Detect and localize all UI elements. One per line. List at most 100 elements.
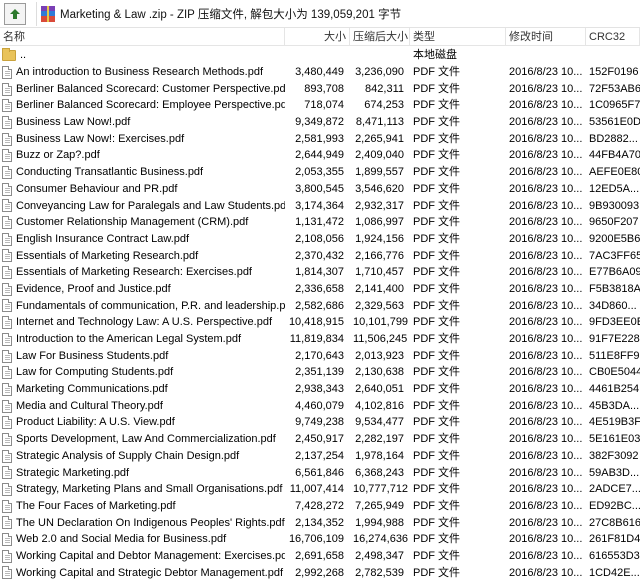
file-row[interactable]: Consumer Behaviour and PR.pdf 3,800,545 3,… [0, 181, 640, 198]
file-size: 3,480,449 [295, 66, 344, 78]
file-name: English Insurance Contract Law.pdf [16, 232, 190, 245]
file-packed-size: 2,130,638 [355, 366, 404, 379]
column-crc32[interactable]: CRC32 [586, 27, 640, 46]
file-packed-size: 8,471,113 [355, 116, 404, 129]
file-row[interactable]: Essentials of Marketing Research.pdf 2,37… [0, 248, 640, 265]
file-name: Law For Business Students.pdf [16, 349, 169, 362]
file-modified: 2016/8/23 10... [509, 316, 583, 329]
file-modified: 2016/8/23 10... [509, 349, 583, 362]
pdf-file-icon [2, 316, 12, 330]
column-name[interactable]: 名称 [0, 27, 285, 46]
file-modified: 2016/8/23 10... [509, 416, 583, 429]
file-row[interactable]: Berliner Balanced Scorecard: Customer Pe… [0, 81, 640, 98]
file-row[interactable]: An introduction to Business Research Met… [0, 64, 640, 81]
file-size: 2,351,139 [295, 366, 344, 379]
file-modified: 2016/8/23 10... [509, 82, 583, 95]
file-row[interactable]: Web 2.0 and Social Media for Business.pd… [0, 531, 640, 548]
file-packed-size: 2,265,941 [355, 132, 404, 145]
column-size[interactable]: 大小 [285, 27, 350, 46]
file-crc32: 72F53AB6 [589, 82, 640, 95]
pdf-file-icon [2, 199, 12, 213]
file-crc32: CB0E5044 [589, 366, 640, 379]
file-type: PDF 文件 [413, 433, 461, 446]
file-crc32: 616553D3 [589, 549, 640, 562]
zip-archive-icon [41, 5, 55, 22]
file-crc32: 1CD42E... [589, 566, 640, 579]
file-crc32: 44FB4A70 [589, 149, 640, 162]
parent-folder-row[interactable]: .. 本地磁盘 [0, 46, 640, 64]
file-row[interactable]: Essentials of Marketing Research: Exerci… [0, 264, 640, 281]
file-row[interactable]: Internet and Technology Law: A U.S. Pers… [0, 314, 640, 331]
file-row[interactable]: Conducting Transatlantic Business.pdf 2,0… [0, 164, 640, 181]
file-row[interactable]: Working Capital and Strategic Debtor Man… [0, 565, 640, 582]
file-packed-size: 3,236,090 [355, 66, 404, 78]
file-row[interactable]: Berliner Balanced Scorecard: Employee Pe… [0, 97, 640, 114]
file-crc32: BD2882... [589, 132, 638, 145]
address-field[interactable]: Marketing & Law .zip - ZIP 压缩文件, 解包大小为 1… [36, 1, 636, 26]
file-crc32: F5B3818A [589, 282, 640, 295]
file-modified: 2016/8/23 10... [509, 266, 583, 279]
file-row[interactable]: Strategic Analysis of Supply Chain Desig… [0, 448, 640, 465]
file-row[interactable]: Buzz or Zap?.pdf 2,644,949 2,409,040 PDF 文件… [0, 147, 640, 164]
file-name: Strategic Marketing.pdf [16, 466, 130, 479]
file-size: 11,007,414 [289, 483, 344, 496]
file-row[interactable]: Sports Development, Law And Commercializ… [0, 431, 640, 448]
file-modified: 2016/8/23 10... [509, 466, 583, 479]
file-name: Internet and Technology Law: A U.S. Pers… [16, 316, 273, 329]
file-packed-size: 842,311 [365, 82, 404, 95]
file-row[interactable]: Product Liability: A U.S. View.pdf 9,749,… [0, 414, 640, 431]
file-size: 3,800,545 [295, 182, 344, 195]
file-modified: 2016/8/23 10... [509, 449, 583, 462]
file-row[interactable]: Introduction to the American Legal Syste… [0, 331, 640, 348]
file-row[interactable]: Strategy, Marketing Plans and Small Orga… [0, 481, 640, 498]
file-size: 893,708 [304, 82, 344, 95]
file-row[interactable]: Media and Cultural Theory.pdf 4,460,079 4,… [0, 398, 640, 415]
file-row[interactable]: Working Capital and Debtor Management: E… [0, 548, 640, 565]
file-crc32: 9FD3EE0E [589, 316, 640, 329]
file-row[interactable]: Conveyancing Law for Paralegals and Law … [0, 198, 640, 215]
file-type: PDF 文件 [413, 149, 461, 162]
pdf-file-icon [2, 99, 12, 113]
pdf-file-icon [2, 533, 12, 547]
file-packed-size: 674,253 [364, 99, 404, 112]
file-modified: 2016/8/23 10... [509, 199, 583, 212]
file-row[interactable]: Law For Business Students.pdf 2,170,643 2,… [0, 348, 640, 365]
file-row[interactable]: Customer Relationship Management (CRM).p… [0, 214, 640, 231]
file-type: PDF 文件 [413, 299, 461, 312]
up-folder-button[interactable] [4, 2, 26, 25]
column-modified[interactable]: 修改时间 [506, 27, 586, 46]
pdf-file-icon [2, 366, 12, 380]
file-name: Web 2.0 and Social Media for Business.pd… [16, 533, 227, 546]
file-crc32: 511E8FF9 [589, 349, 640, 362]
file-row[interactable]: Fundamentals of communication, P.R. and … [0, 298, 640, 315]
file-type: PDF 文件 [413, 66, 461, 78]
file-modified: 2016/8/23 10... [509, 166, 583, 179]
file-name: Strategy, Marketing Plans and Small Orga… [16, 483, 283, 496]
file-crc32: 4E519B3F [589, 416, 640, 429]
file-row[interactable]: The UN Declaration On Indigenous Peoples… [0, 515, 640, 532]
parent-folder-label: .. [20, 49, 27, 61]
column-type[interactable]: 类型 [410, 27, 506, 46]
file-size: 2,170,643 [295, 349, 344, 362]
file-name: Customer Relationship Management (CRM).p… [16, 216, 249, 229]
file-row[interactable]: Business Law Now!.pdf 9,349,872 8,471,113 P… [0, 114, 640, 131]
file-row[interactable]: English Insurance Contract Law.pdf 2,108,… [0, 231, 640, 248]
file-row[interactable]: Strategic Marketing.pdf 6,561,846 6,368,24… [0, 465, 640, 482]
file-modified: 2016/8/23 10... [509, 499, 583, 512]
file-row[interactable]: The Four Faces of Marketing.pdf 7,428,272… [0, 498, 640, 515]
address-bar: Marketing & Law .zip - ZIP 压缩文件, 解包大小为 1… [0, 0, 640, 28]
column-packed-size[interactable]: 压缩后大小 [350, 27, 410, 46]
file-crc32: 4461B254 [589, 383, 640, 396]
file-size: 4,460,079 [295, 399, 344, 412]
file-name: Product Liability: A U.S. View.pdf [16, 416, 175, 429]
file-row[interactable]: Business Law Now!: Exercises.pdf 2,581,99… [0, 131, 640, 148]
file-size: 7,428,272 [295, 499, 344, 512]
file-row[interactable]: Marketing Communications.pdf 2,938,343 2,6… [0, 381, 640, 398]
file-size: 9,749,238 [295, 416, 344, 429]
file-packed-size: 2,013,923 [355, 349, 404, 362]
file-type: PDF 文件 [413, 266, 461, 279]
file-row[interactable]: Evidence, Proof and Justice.pdf 2,336,658… [0, 281, 640, 298]
file-modified: 2016/8/23 10... [509, 433, 583, 446]
file-crc32: 45B3DA... [589, 399, 640, 412]
file-row[interactable]: Law for Computing Students.pdf 2,351,139 2… [0, 364, 640, 381]
